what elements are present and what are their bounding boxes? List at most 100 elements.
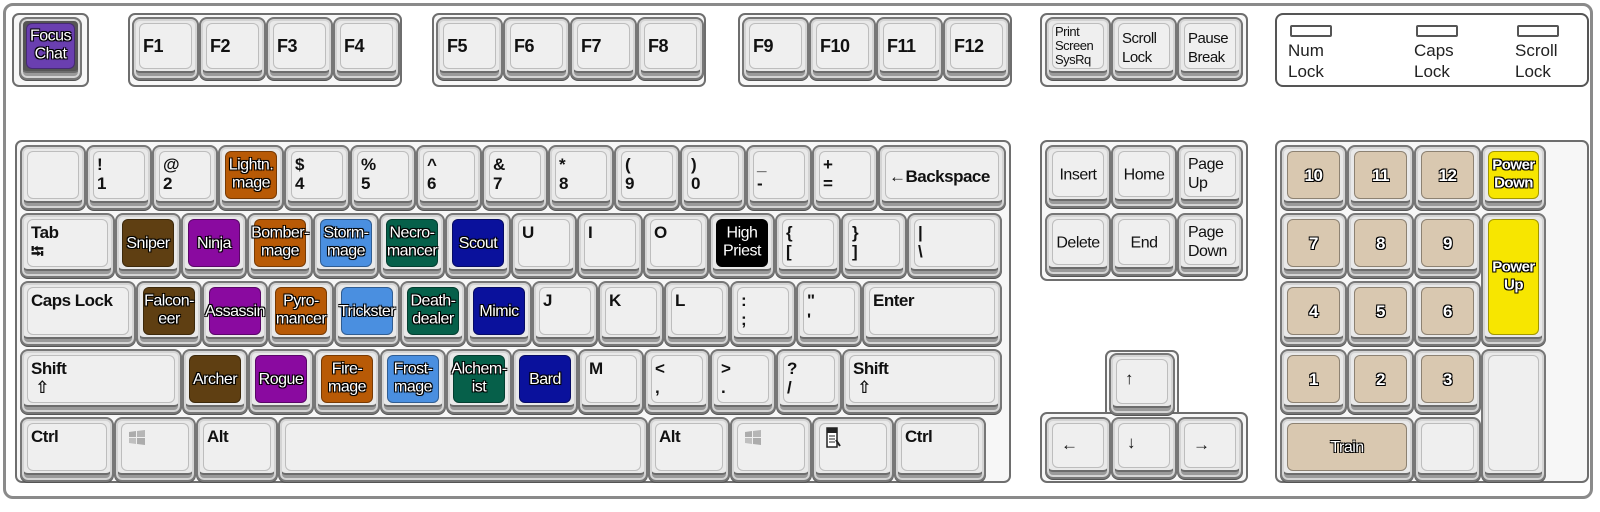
key-symbol[interactable]: { [: [775, 213, 841, 278]
key-f10[interactable]: F10: [809, 17, 876, 80]
key-f2[interactable]: F2: [199, 17, 266, 80]
key-f11[interactable]: F11: [876, 17, 943, 80]
key-4[interactable]: $ 4: [284, 145, 350, 210]
key-power-down[interactable]: Power Down: [1481, 145, 1546, 210]
key-numpad-3[interactable]: 3: [1414, 349, 1481, 414]
key-numpad-blank-tall[interactable]: [1481, 349, 1546, 482]
key-numpad-9[interactable]: 9: [1414, 213, 1481, 278]
key-alt[interactable]: Alt: [648, 417, 730, 482]
key-f8[interactable]: F8: [637, 17, 704, 80]
key-arrow-right[interactable]: →: [1177, 417, 1243, 479]
key-storm-mage[interactable]: Storm- mage: [313, 213, 379, 278]
key-symbol[interactable]: < ,: [644, 349, 710, 414]
key-f4[interactable]: F4: [333, 17, 400, 80]
key-shift[interactable]: Shift ⇧: [842, 349, 1002, 414]
key-arrow-left[interactable]: ←: [1045, 417, 1111, 479]
key-power-up[interactable]: Power Up: [1481, 213, 1546, 346]
key-9[interactable]: ( 9: [614, 145, 680, 210]
key-numpad-12[interactable]: 12: [1414, 145, 1481, 210]
key-0[interactable]: ) 0: [680, 145, 746, 210]
key-symbol[interactable]: > .: [710, 349, 776, 414]
key-archer[interactable]: Archer: [182, 349, 248, 414]
key-assassin[interactable]: Assassin: [202, 281, 268, 346]
key-fire-mage[interactable]: Fire- mage: [314, 349, 380, 414]
key-numpad-8[interactable]: 8: [1347, 213, 1414, 278]
key-k[interactable]: K: [598, 281, 664, 346]
key-bomber-mage[interactable]: Bomber- mage: [247, 213, 313, 278]
key-f5[interactable]: F5: [436, 17, 503, 80]
key-death-dealer[interactable]: Death- dealer: [400, 281, 466, 346]
key-train[interactable]: Train: [1280, 417, 1414, 482]
key-bard[interactable]: Bard: [512, 349, 578, 414]
key-pause-break[interactable]: Pause Break: [1177, 17, 1243, 80]
key-symbol[interactable]: + =: [812, 145, 878, 210]
key-blank[interactable]: [20, 145, 86, 210]
key-ctrl[interactable]: Ctrl: [894, 417, 986, 482]
key-frost-mage[interactable]: Frost- mage: [380, 349, 446, 414]
key-enter[interactable]: Enter: [862, 281, 1002, 346]
key-8[interactable]: * 8: [548, 145, 614, 210]
key-mimic[interactable]: Mimic: [466, 281, 532, 346]
key-numpad-1[interactable]: 1: [1280, 349, 1347, 414]
key-numpad-blank-small[interactable]: [1414, 417, 1481, 482]
key-rogue[interactable]: Rogue: [248, 349, 314, 414]
key-f3[interactable]: F3: [266, 17, 333, 80]
key-focus-chat[interactable]: Focus Chat: [19, 17, 82, 80]
key-numpad-4[interactable]: 4: [1280, 281, 1347, 346]
key-u[interactable]: U: [511, 213, 577, 278]
key-5[interactable]: % 5: [350, 145, 416, 210]
key-sniper[interactable]: Sniper: [115, 213, 181, 278]
key-pyro-mancer[interactable]: Pyro- mancer: [268, 281, 334, 346]
key-numpad-6[interactable]: 6: [1414, 281, 1481, 346]
key-symbol[interactable]: } ]: [841, 213, 907, 278]
key-insert[interactable]: Insert: [1045, 145, 1111, 208]
key-j[interactable]: J: [532, 281, 598, 346]
key-symbol[interactable]: " ': [796, 281, 862, 346]
key-blank[interactable]: [812, 417, 894, 482]
key-alchem-ist[interactable]: Alchem- ist: [446, 349, 512, 414]
key-numpad-5[interactable]: 5: [1347, 281, 1414, 346]
key-print-screen[interactable]: Print Screen SysRq: [1045, 17, 1111, 80]
key-m[interactable]: M: [578, 349, 644, 414]
key-trickster[interactable]: Trickster: [334, 281, 400, 346]
key-f7[interactable]: F7: [570, 17, 637, 80]
key-f6[interactable]: F6: [503, 17, 570, 80]
key-6[interactable]: ^ 6: [416, 145, 482, 210]
key-numpad-7[interactable]: 7: [1280, 213, 1347, 278]
key-lightn-mage[interactable]: Lightn. mage: [218, 145, 284, 210]
key-end[interactable]: End: [1111, 213, 1177, 276]
key-numpad-11[interactable]: 11: [1347, 145, 1414, 210]
key-shift[interactable]: Shift ⇧: [20, 349, 182, 414]
key-arrow-up[interactable]: ↑: [1109, 353, 1175, 415]
key-symbol[interactable]: | \: [907, 213, 1002, 278]
key-delete[interactable]: Delete: [1045, 213, 1111, 276]
key-necro-mancer[interactable]: Necro- mancer: [379, 213, 445, 278]
key-tab[interactable]: Tab ⭾: [20, 213, 115, 278]
key-falcon-eer[interactable]: Falcon- eer: [136, 281, 202, 346]
key-numpad-2[interactable]: 2: [1347, 349, 1414, 414]
key-2[interactable]: @ 2: [152, 145, 218, 210]
key-backspace[interactable]: ←Backspace: [878, 145, 1006, 210]
key-f9[interactable]: F9: [742, 17, 809, 80]
key-page-up[interactable]: Page Up: [1177, 145, 1243, 208]
key-scroll-lock[interactable]: Scroll Lock: [1111, 17, 1177, 80]
key-blank[interactable]: [730, 417, 812, 482]
key-ctrl[interactable]: Ctrl: [20, 417, 114, 482]
key-f1[interactable]: F1: [132, 17, 199, 80]
key-alt[interactable]: Alt: [196, 417, 278, 482]
key-page-down[interactable]: Page Down: [1177, 213, 1243, 276]
key-arrow-down[interactable]: ↓: [1111, 417, 1177, 479]
key-numpad-10[interactable]: 10: [1280, 145, 1347, 210]
key-scout[interactable]: Scout: [445, 213, 511, 278]
key-symbol[interactable]: : ;: [730, 281, 796, 346]
key-home[interactable]: Home: [1111, 145, 1177, 208]
key-f12[interactable]: F12: [943, 17, 1010, 80]
key-blank[interactable]: [278, 417, 648, 482]
key-symbol[interactable]: _ -: [746, 145, 812, 210]
key-1[interactable]: ! 1: [86, 145, 152, 210]
key-high-priest[interactable]: High Priest: [709, 213, 775, 278]
key-caps-lock[interactable]: Caps Lock: [20, 281, 136, 346]
key-i[interactable]: I: [577, 213, 643, 278]
key-o[interactable]: O: [643, 213, 709, 278]
key-l[interactable]: L: [664, 281, 730, 346]
